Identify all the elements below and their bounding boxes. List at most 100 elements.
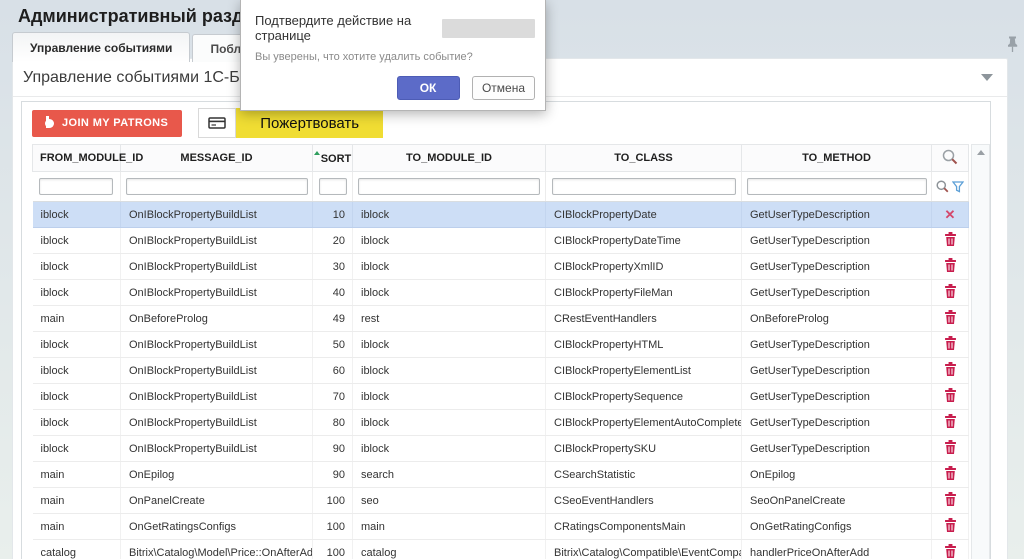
sort-ascending-icon	[314, 151, 320, 155]
filter-to-method-input[interactable]	[747, 178, 927, 195]
cancel-button[interactable]: Отмена	[472, 76, 535, 100]
cell-to-class: CIBlockPropertyDate	[546, 202, 742, 228]
cell-message-id: OnBeforeProlog	[121, 306, 313, 332]
filter-message-id-input[interactable]	[126, 178, 308, 195]
cell-to-class: CRestEventHandlers	[546, 306, 742, 332]
cell-message-id: OnIBlockPropertyBuildList	[121, 384, 313, 410]
table-row[interactable]: catalogBitrix\Catalog\Model\Price::OnAft…	[33, 540, 969, 559]
delete-icon[interactable]	[932, 488, 969, 514]
close-icon[interactable]: ✕	[932, 202, 969, 228]
cell-to-class: CIBlockPropertySequence	[546, 384, 742, 410]
cell-to-class: CRatingsComponentsMain	[546, 514, 742, 540]
cell-to-module: iblock	[353, 280, 546, 306]
table-row[interactable]: mainOnPanelCreate100seoCSeoEventHandlers…	[33, 488, 969, 514]
credit-card-icon[interactable]	[198, 108, 236, 138]
delete-icon[interactable]	[932, 436, 969, 462]
chevron-down-icon[interactable]	[981, 74, 993, 81]
cell-to-method: SeoOnPanelCreate	[742, 488, 932, 514]
column-header-sort[interactable]: SORT	[313, 145, 353, 172]
delete-icon[interactable]	[932, 384, 969, 410]
delete-icon[interactable]	[932, 332, 969, 358]
table-scrollbar[interactable]	[971, 144, 990, 559]
cell-to-class: Bitrix\Catalog\Compatible\EventCompatibi…	[546, 540, 742, 559]
cell-message-id: OnIBlockPropertyBuildList	[121, 254, 313, 280]
table-row[interactable]: iblockOnIBlockPropertyBuildList70iblockC…	[33, 384, 969, 410]
filter-sort-input[interactable]	[319, 178, 347, 195]
cell-sort: 49	[313, 306, 353, 332]
delete-icon[interactable]	[932, 462, 969, 488]
table-row[interactable]: mainOnGetRatingsConfigs100mainCRatingsCo…	[33, 514, 969, 540]
table-row[interactable]: iblockOnIBlockPropertyBuildList50iblockC…	[33, 332, 969, 358]
delete-icon[interactable]	[932, 514, 969, 540]
cell-message-id: OnIBlockPropertyBuildList	[121, 280, 313, 306]
table-row[interactable]: iblockOnIBlockPropertyBuildList10iblockC…	[33, 202, 969, 228]
trash-icon	[944, 310, 957, 324]
donate-button[interactable]: Пожертвовать	[236, 108, 383, 138]
column-header-search[interactable]	[932, 145, 969, 172]
delete-icon[interactable]	[932, 280, 969, 306]
cell-to-class: CIBlockPropertyHTML	[546, 332, 742, 358]
cell-message-id: OnIBlockPropertyBuildList	[121, 228, 313, 254]
delete-icon[interactable]	[932, 410, 969, 436]
cell-sort: 90	[313, 462, 353, 488]
cell-to-method: GetUserTypeDescription	[742, 332, 932, 358]
cell-to-method: OnEpilog	[742, 462, 932, 488]
join-patrons-button[interactable]: JOIN MY PATRONS	[32, 110, 182, 137]
cell-sort: 10	[313, 202, 353, 228]
table-row[interactable]: iblockOnIBlockPropertyBuildList20iblockC…	[33, 228, 969, 254]
column-header-from-module-id[interactable]: FROM_MODULE_ID	[33, 145, 121, 172]
cell-to-module: main	[353, 514, 546, 540]
table-row[interactable]: iblockOnIBlockPropertyBuildList80iblockC…	[33, 410, 969, 436]
cell-from-module: iblock	[33, 410, 121, 436]
delete-icon[interactable]	[932, 306, 969, 332]
filter-to-module-input[interactable]	[358, 178, 540, 195]
trash-icon	[944, 232, 957, 246]
cell-to-module: seo	[353, 488, 546, 514]
search-icon	[942, 149, 958, 165]
table-area: FROM_MODULE_ID MESSAGE_ID SORT TO_MODULE…	[22, 144, 990, 559]
cell-message-id: OnIBlockPropertyBuildList	[121, 332, 313, 358]
cell-sort: 100	[313, 540, 353, 559]
delete-icon[interactable]	[932, 540, 969, 559]
cell-to-method: GetUserTypeDescription	[742, 228, 932, 254]
cell-to-class: CIBlockPropertyXmlID	[546, 254, 742, 280]
delete-icon[interactable]	[932, 358, 969, 384]
search-icon[interactable]	[936, 180, 949, 192]
table-row[interactable]: iblockOnIBlockPropertyBuildList90iblockC…	[33, 436, 969, 462]
cell-to-class: CIBlockPropertySKU	[546, 436, 742, 462]
cell-from-module: iblock	[33, 254, 121, 280]
cell-from-module: iblock	[33, 436, 121, 462]
cell-from-module: iblock	[33, 280, 121, 306]
cell-to-class: CSearchStatistic	[546, 462, 742, 488]
table-row[interactable]: iblockOnIBlockPropertyBuildList40iblockC…	[33, 280, 969, 306]
cell-message-id: OnIBlockPropertyBuildList	[121, 410, 313, 436]
pin-icon[interactable]	[1006, 36, 1019, 58]
cell-to-class: CSeoEventHandlers	[546, 488, 742, 514]
table-row[interactable]: mainOnBeforeProlog49restCRestEventHandle…	[33, 306, 969, 332]
cell-to-module: iblock	[353, 202, 546, 228]
delete-icon[interactable]	[932, 228, 969, 254]
filter-funnel-icon[interactable]	[952, 180, 964, 192]
column-header-to-method[interactable]: TO_METHOD	[742, 145, 932, 172]
cell-to-module: catalog	[353, 540, 546, 559]
ok-button[interactable]: ОК	[397, 76, 460, 100]
tab-event-management[interactable]: Управление событиями	[12, 32, 190, 62]
table-row[interactable]: iblockOnIBlockPropertyBuildList60iblockC…	[33, 358, 969, 384]
column-header-to-class[interactable]: TO_CLASS	[546, 145, 742, 172]
cell-message-id: OnPanelCreate	[121, 488, 313, 514]
column-header-to-module-id[interactable]: TO_MODULE_ID	[353, 145, 546, 172]
cell-sort: 90	[313, 436, 353, 462]
filter-to-class-input[interactable]	[552, 178, 736, 195]
scroll-up-icon[interactable]	[977, 150, 985, 155]
cell-from-module: main	[33, 514, 121, 540]
cell-from-module: main	[33, 462, 121, 488]
cell-message-id: OnIBlockPropertyBuildList	[121, 358, 313, 384]
delete-icon[interactable]	[932, 254, 969, 280]
filter-row	[33, 172, 969, 202]
cell-to-class: CIBlockPropertyDateTime	[546, 228, 742, 254]
table-row[interactable]: mainOnEpilog90searchCSearchStatisticOnEp…	[33, 462, 969, 488]
donate-widget: Пожертвовать	[198, 108, 383, 138]
column-header-message-id[interactable]: MESSAGE_ID	[121, 145, 313, 172]
filter-from-module-input[interactable]	[39, 178, 113, 195]
table-row[interactable]: iblockOnIBlockPropertyBuildList30iblockC…	[33, 254, 969, 280]
